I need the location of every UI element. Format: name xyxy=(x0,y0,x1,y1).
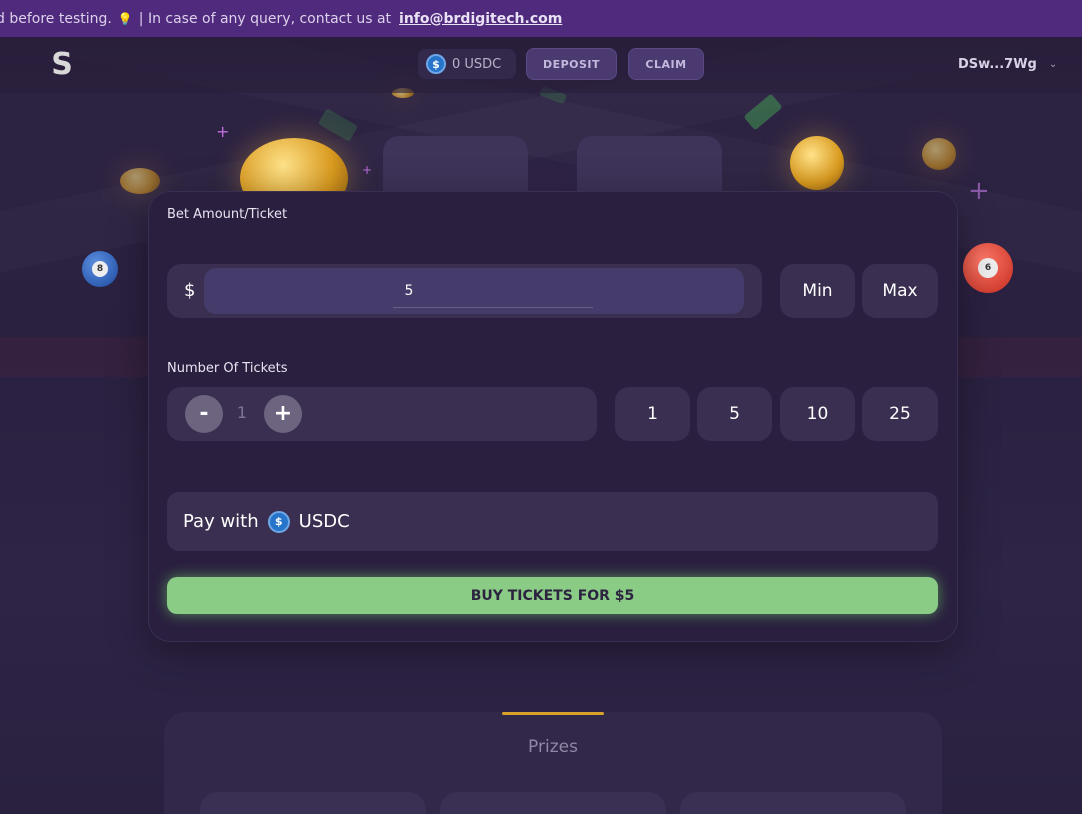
announcement-text-2: | In case of any query, contact us at xyxy=(138,10,392,27)
bet-card: Bet Amount/Ticket $ Min Max Number Of Ti… xyxy=(148,191,958,642)
top-header: S $ 0 USDC DEPOSIT CLAIM DSw...7Wg ⌄ xyxy=(0,37,1082,93)
announcement-text: d before testing. xyxy=(0,10,112,27)
billiard-ball-8-icon: 8 xyxy=(82,251,118,287)
claim-button[interactable]: CLAIM xyxy=(628,48,704,80)
prizes-accent-bar xyxy=(502,712,604,715)
deposit-button[interactable]: DEPOSIT xyxy=(526,48,617,80)
ticket-quantity-stepper: - 1 + xyxy=(167,387,597,441)
chevron-down-icon: ⌄ xyxy=(1048,59,1058,70)
pay-with-selector[interactable]: Pay with $ USDC xyxy=(167,492,938,551)
prize-card xyxy=(680,792,906,814)
prize-card xyxy=(440,792,666,814)
increment-button[interactable]: + xyxy=(264,395,302,433)
coin-icon xyxy=(922,138,956,170)
wallet-address: DSw...7Wg xyxy=(958,57,1037,72)
decrement-button[interactable]: - xyxy=(185,395,223,433)
buy-tickets-button[interactable]: BUY TICKETS FOR $5 xyxy=(167,577,938,614)
pay-with-label: Pay with xyxy=(183,511,259,532)
coin-icon xyxy=(790,136,844,190)
quick-ticket-25-button[interactable]: 25 xyxy=(862,387,938,441)
billiard-ball-icon: 6 xyxy=(963,243,1013,293)
tickets-label: Number Of Tickets xyxy=(167,361,288,376)
dollar-icon: $ xyxy=(184,280,196,301)
balance-text: 0 USDC xyxy=(452,56,502,72)
logo-icon[interactable]: S xyxy=(50,50,74,80)
usdc-icon: $ xyxy=(426,54,446,74)
bet-amount-field: $ xyxy=(167,264,762,318)
quick-ticket-10-button[interactable]: 10 xyxy=(780,387,855,441)
prizes-title: Prizes xyxy=(528,737,578,757)
ticket-count[interactable]: 1 xyxy=(235,403,249,422)
quick-ticket-5-button[interactable]: 5 xyxy=(697,387,772,441)
input-underline xyxy=(393,307,593,308)
contact-email-link[interactable]: info@brdigitech.com xyxy=(399,11,562,27)
announcement-bar: d before testing. 💡 | In case of any que… xyxy=(0,0,1082,37)
prize-card xyxy=(200,792,426,814)
sparkle-icon: + xyxy=(968,176,990,206)
sparkle-icon: + xyxy=(216,122,230,141)
prizes-section: Prizes xyxy=(164,712,942,814)
coin-icon xyxy=(120,168,160,194)
usdc-icon: $ xyxy=(267,510,290,533)
wallet-menu[interactable]: DSw...7Wg ⌄ xyxy=(958,57,1057,72)
quick-ticket-1-button[interactable]: 1 xyxy=(615,387,690,441)
balance-display: $ 0 USDC xyxy=(418,49,516,79)
pay-currency: USDC xyxy=(298,511,350,532)
min-button[interactable]: Min xyxy=(780,264,855,318)
lightbulb-icon: 💡 xyxy=(117,11,133,26)
bet-amount-label: Bet Amount/Ticket xyxy=(167,207,288,222)
max-button[interactable]: Max xyxy=(862,264,938,318)
sparkle-icon: + xyxy=(362,163,373,177)
